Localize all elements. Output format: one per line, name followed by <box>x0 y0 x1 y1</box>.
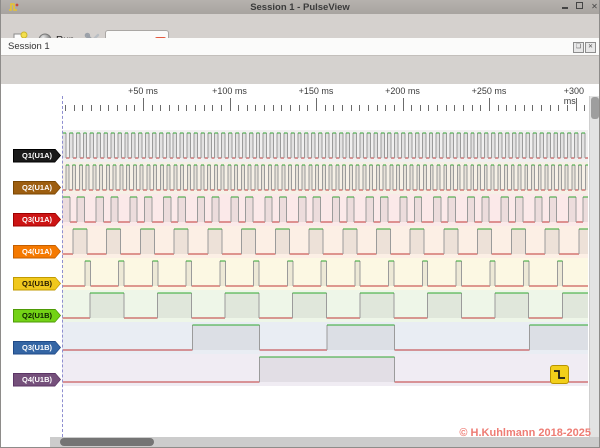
channel-label-text: Q3(U1A) <box>14 214 60 226</box>
channel-label-text: Q2(U1B) <box>14 310 60 322</box>
falling-edge-icon <box>552 367 567 382</box>
undock-icon[interactable]: ❏ <box>573 42 584 53</box>
session-header: Session 1 ❏ ✕ <box>1 38 599 55</box>
channel-label-Q2(U1B)[interactable]: Q2(U1B) <box>13 309 61 323</box>
channel-label-text: Q2(U1A) <box>14 182 60 194</box>
capture-toolbar: Saleae Logic 1 M samples 1 MHz <box>1 55 599 86</box>
channel-label-Q3(U1A)[interactable]: Q3(U1A) <box>13 213 61 227</box>
channel-label-Q1(U1B)[interactable]: Q1(U1B) <box>13 277 61 291</box>
trigger-falling-edge-badge[interactable] <box>550 365 569 384</box>
copyright-text: © H.Kuhlmann 2018-2025 <box>459 427 591 439</box>
pulseview-window: Session 1 - PulseView ✕ Run <box>0 0 600 448</box>
main-toolbar: Run Session 1 ✕ <box>1 14 599 39</box>
minimize-button[interactable] <box>559 2 570 12</box>
window-title: Session 1 - PulseView <box>1 2 599 13</box>
capture-start-marker <box>62 96 63 437</box>
vertical-scrollbar-thumb[interactable] <box>591 97 599 119</box>
channel-label-Q2(U1A)[interactable]: Q2(U1A) <box>13 181 61 195</box>
channel-label-text: Q4(U1A) <box>14 246 60 258</box>
vertical-scrollbar[interactable] <box>589 96 599 437</box>
close-button[interactable]: ✕ <box>589 2 600 12</box>
channel-label-Q4(U1A)[interactable]: Q4(U1A) <box>13 245 61 259</box>
horizontal-scrollbar-thumb[interactable] <box>60 438 154 446</box>
channel-label-Q4(U1B)[interactable]: Q4(U1B) <box>13 373 61 387</box>
channel-label-text: Q3(U1B) <box>14 342 60 354</box>
channel-label-text: Q4(U1B) <box>14 374 60 386</box>
channel-label-Q1(U1A)[interactable]: Q1(U1A) <box>13 149 61 163</box>
trace-view[interactable]: +50 ms+100 ms+150 ms+200 ms+250 ms+300 m… <box>1 84 599 447</box>
channel-label-Q3(U1B)[interactable]: Q3(U1B) <box>13 341 61 355</box>
channel-label-text: Q1(U1B) <box>14 278 60 290</box>
dock-close-icon[interactable]: ✕ <box>585 42 596 53</box>
maximize-button[interactable] <box>574 2 585 12</box>
waveforms <box>1 84 599 447</box>
session-name: Session 1 <box>8 41 50 52</box>
titlebar[interactable]: Session 1 - PulseView ✕ <box>1 0 599 14</box>
channel-label-text: Q1(U1A) <box>14 150 60 162</box>
